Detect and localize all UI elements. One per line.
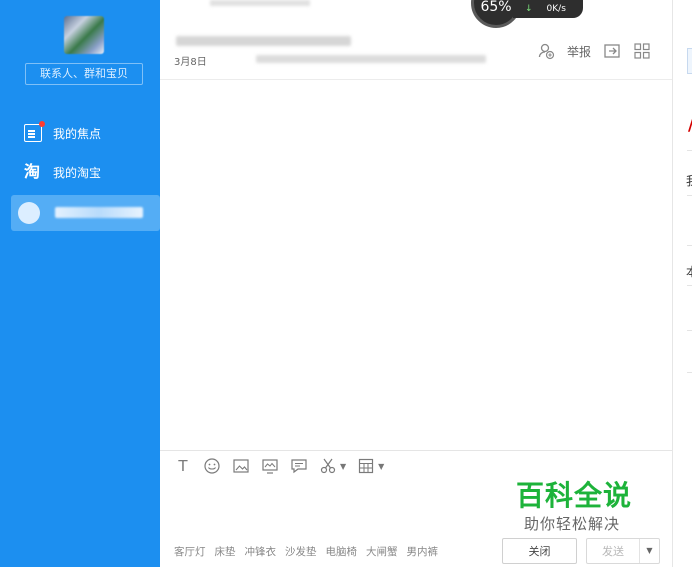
news-focus-icon [24, 121, 45, 142]
network-speed: ↓ 0K/s [513, 0, 583, 18]
chevron-down-icon[interactable]: ▼ [340, 462, 346, 471]
chat-header: 3月8日 65% ↓ 0K/s 举报 [160, 0, 692, 80]
screenshot-icon[interactable] [261, 457, 279, 475]
share-exit-icon[interactable] [603, 42, 621, 60]
chat-message-area[interactable] [160, 80, 672, 450]
tag-link[interactable]: 客厅灯 [174, 544, 206, 559]
input-toolbar: T ▼ ▼ [174, 457, 384, 475]
contact-name-blurred [55, 207, 143, 218]
tag-link[interactable]: 床垫 [215, 544, 236, 559]
contact-search-input[interactable]: 联系人、群和宝贝 [25, 63, 143, 85]
watermark-title: 百科全说 [516, 479, 633, 512]
add-contact-icon[interactable] [537, 42, 555, 60]
chat-subtitle-blurred [256, 55, 486, 63]
sidebar: 联系人、群和宝贝 我的焦点 淘 我的淘宝 [0, 0, 160, 567]
network-speed-value: 0K/s [546, 4, 566, 14]
user-avatar[interactable] [64, 16, 104, 54]
sidebar-item-label: 我的焦点 [53, 126, 102, 141]
chat-title-blurred [176, 36, 351, 46]
panel-divider [687, 372, 692, 373]
header-actions: 举报 [537, 42, 651, 60]
panel-label: 我 [686, 172, 692, 189]
text-format-icon[interactable]: T [174, 457, 192, 475]
tag-link[interactable]: 电脑椅 [326, 544, 358, 559]
chevron-down-icon[interactable]: ▼ [639, 539, 659, 563]
send-button-label: 发送 [602, 545, 624, 558]
taobao-icon: 淘 [24, 162, 41, 181]
contact-avatar [18, 202, 40, 224]
scissors-icon[interactable] [319, 457, 337, 475]
sidebar-item-my-focus[interactable]: 我的焦点 [0, 115, 160, 151]
panel-logo-icon: / [688, 115, 692, 134]
chevron-down-icon[interactable]: ▼ [378, 462, 384, 471]
sidebar-item-my-taobao[interactable]: 淘 我的淘宝 [0, 154, 160, 190]
right-info-panel: / 我 本 [672, 0, 692, 567]
panel-divider [687, 245, 692, 246]
sidebar-item-label: 我的淘宝 [53, 165, 102, 180]
calculator-icon[interactable] [357, 457, 375, 475]
panel-divider [687, 195, 692, 196]
hot-search-tags: 客厅灯 床垫 冲锋衣 沙发垫 电脑椅 大闸蟹 男内裤 [174, 544, 438, 559]
panel-label: 本 [686, 263, 692, 280]
panel-divider [687, 330, 692, 331]
window-title-blurred [210, 0, 310, 6]
watermark-subtitle: 助你轻松解决 [524, 515, 621, 533]
tag-link[interactable]: 冲锋衣 [245, 544, 277, 559]
emoji-icon[interactable] [203, 457, 221, 475]
report-button[interactable]: 举报 [567, 43, 591, 60]
message-icon[interactable] [290, 457, 308, 475]
panel-divider [687, 285, 692, 286]
image-icon[interactable] [232, 457, 250, 475]
panel-search-box[interactable] [687, 48, 692, 74]
grid-apps-icon[interactable] [633, 42, 651, 60]
tag-link[interactable]: 沙发垫 [285, 544, 317, 559]
download-arrow-icon: ↓ [525, 4, 533, 14]
close-button[interactable]: 关闭 [502, 538, 577, 564]
tag-link[interactable]: 大闸蟹 [366, 544, 398, 559]
send-button[interactable]: 发送 ▼ [586, 538, 660, 564]
chat-subtitle-date: 3月8日 [174, 57, 207, 68]
panel-divider [687, 150, 692, 151]
tag-link[interactable]: 男内裤 [407, 544, 439, 559]
